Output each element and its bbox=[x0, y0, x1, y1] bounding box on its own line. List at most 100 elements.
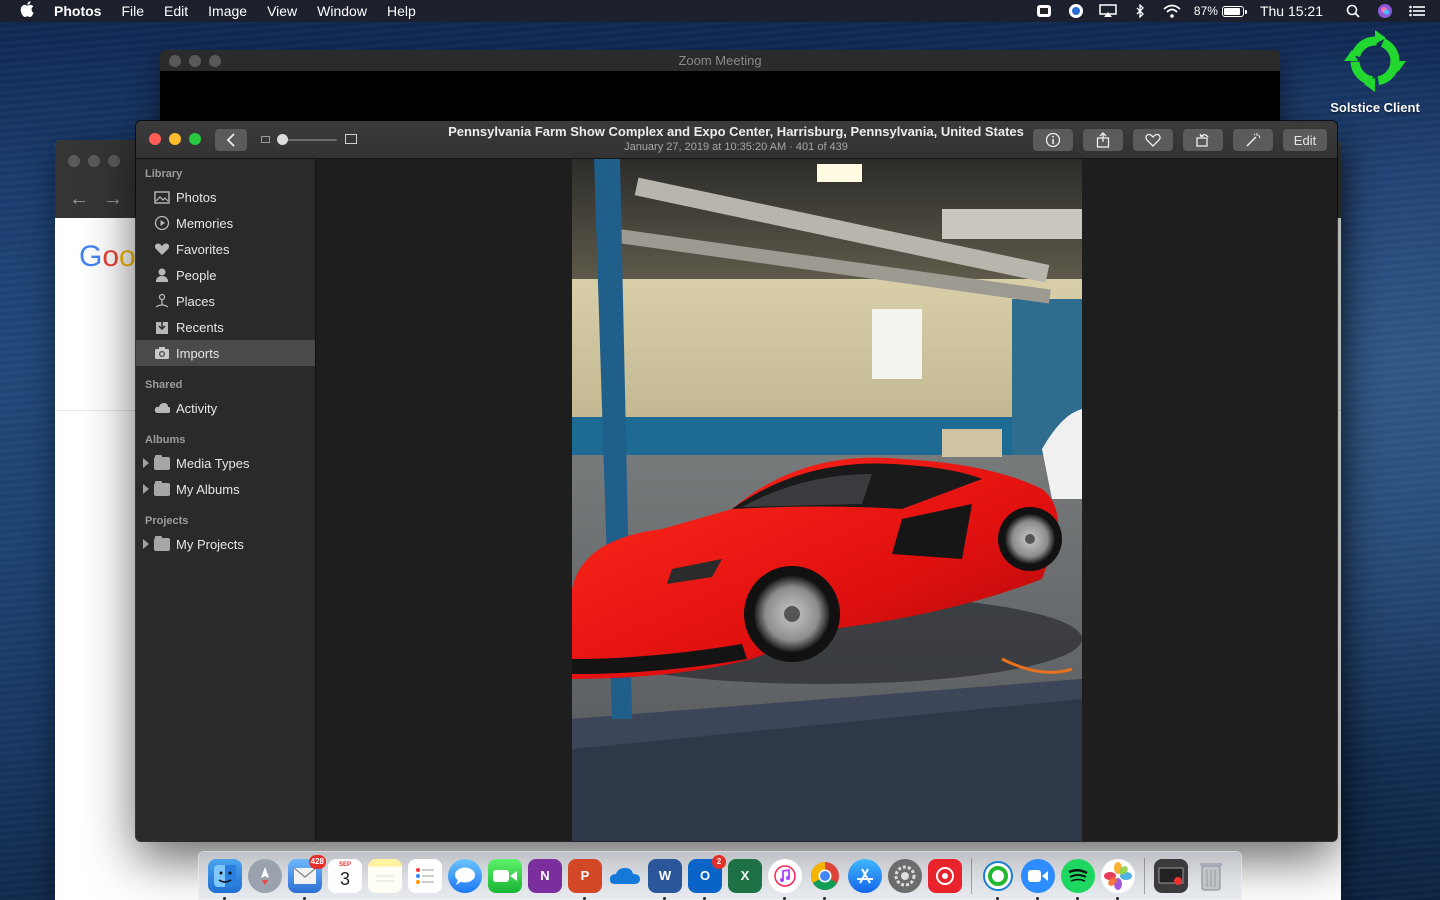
apple-menu-icon[interactable] bbox=[20, 1, 40, 21]
favorite-button[interactable] bbox=[1133, 129, 1173, 151]
auto-enhance-button[interactable] bbox=[1233, 129, 1273, 151]
zoom-slider[interactable] bbox=[261, 133, 359, 147]
info-button[interactable] bbox=[1033, 129, 1073, 151]
large-thumbnail-icon bbox=[345, 134, 357, 144]
library-section-title: Library bbox=[145, 168, 183, 180]
chrome-icon[interactable] bbox=[808, 859, 842, 900]
outlook-badge: 2 bbox=[712, 854, 726, 869]
zoom-meeting-window[interactable]: Zoom Meeting bbox=[160, 50, 1280, 130]
menu-file[interactable]: File bbox=[121, 3, 144, 19]
screen-sharing-icon[interactable] bbox=[1154, 858, 1188, 893]
wifi-icon[interactable] bbox=[1163, 4, 1181, 18]
excel-icon[interactable]: X bbox=[728, 858, 762, 893]
sidebar-item-activity[interactable]: Activity bbox=[136, 395, 315, 421]
system-preferences-icon[interactable] bbox=[888, 858, 922, 893]
battery-icon[interactable] bbox=[1221, 5, 1247, 17]
word-icon[interactable]: W bbox=[648, 858, 682, 900]
messages-icon[interactable] bbox=[448, 858, 482, 893]
share-button[interactable] bbox=[1083, 129, 1123, 151]
facetime-icon[interactable] bbox=[488, 858, 522, 893]
car-photo[interactable] bbox=[572, 159, 1082, 841]
small-thumbnail-icon bbox=[261, 136, 270, 143]
outlook-icon[interactable]: O 2 bbox=[688, 854, 726, 900]
calendar-icon[interactable]: SEP 3 bbox=[328, 858, 362, 893]
sidebar-item-imports[interactable]: Imports bbox=[136, 340, 315, 366]
photos-window[interactable]: Pennsylvania Farm Show Complex and Expo … bbox=[136, 121, 1337, 841]
sidebar-item-people[interactable]: People bbox=[136, 262, 315, 288]
sidebar-item-label: My Albums bbox=[176, 481, 240, 497]
disclosure-triangle-icon[interactable] bbox=[143, 458, 149, 468]
dock: 428 SEP 3 N P W O 2 X bbox=[198, 851, 1242, 900]
reminders-icon[interactable] bbox=[408, 858, 442, 893]
disclosure-triangle-icon[interactable] bbox=[143, 539, 149, 549]
bluetooth-icon[interactable] bbox=[1131, 4, 1149, 18]
dock-separator bbox=[1144, 857, 1145, 894]
mail-icon[interactable]: 428 bbox=[288, 854, 326, 900]
onenote-icon[interactable]: N bbox=[528, 858, 562, 893]
close-button[interactable] bbox=[149, 133, 161, 145]
airplay-icon[interactable] bbox=[1099, 4, 1117, 18]
sidebar-item-places[interactable]: Places bbox=[136, 288, 315, 314]
projects-section-title: Projects bbox=[145, 515, 189, 527]
launchpad-icon[interactable] bbox=[248, 858, 282, 893]
sidebar-item-my-albums[interactable]: My Albums bbox=[136, 476, 315, 502]
camera-icon bbox=[154, 345, 170, 361]
sync-icon[interactable] bbox=[1067, 4, 1085, 18]
edit-button[interactable]: Edit bbox=[1283, 129, 1327, 151]
sidebar-item-label: Favorites bbox=[176, 241, 230, 257]
menu-clock[interactable]: Thu 15:21 bbox=[1260, 3, 1323, 19]
zoom-icon[interactable] bbox=[1021, 858, 1055, 900]
zoom-slider-knob[interactable] bbox=[277, 134, 288, 145]
recents-icon bbox=[154, 319, 170, 335]
chrome-back-arrow-icon[interactable]: ← bbox=[69, 188, 89, 211]
photo-viewer[interactable] bbox=[317, 159, 1337, 841]
chrome-zoom-button[interactable] bbox=[108, 155, 120, 167]
photos-app-icon[interactable] bbox=[1101, 858, 1135, 900]
menu-window[interactable]: Window bbox=[317, 3, 367, 19]
powerpoint-icon[interactable]: P bbox=[568, 858, 602, 900]
menu-image[interactable]: Image bbox=[208, 3, 247, 19]
photo-booth-icon[interactable] bbox=[928, 858, 962, 893]
menu-app-name[interactable]: Photos bbox=[54, 3, 101, 19]
sidebar-item-memories[interactable]: Memories bbox=[136, 210, 315, 236]
zoom-close-button[interactable] bbox=[169, 55, 181, 67]
zoom-fullscreen-button[interactable] bbox=[209, 55, 221, 67]
sidebar-item-label: Media Types bbox=[176, 455, 250, 471]
notification-center-icon[interactable] bbox=[1408, 4, 1426, 18]
chrome-close-button[interactable] bbox=[68, 155, 80, 167]
spotlight-search-icon[interactable] bbox=[1344, 4, 1362, 18]
sidebar-item-my-projects[interactable]: My Projects bbox=[136, 531, 315, 557]
menu-help[interactable]: Help bbox=[387, 3, 416, 19]
fullscreen-button[interactable] bbox=[189, 133, 201, 145]
solstice-client-desktop-icon[interactable]: Solstice Client bbox=[1320, 28, 1430, 115]
back-button[interactable] bbox=[215, 129, 247, 151]
solstice-dock-icon[interactable] bbox=[981, 859, 1015, 900]
menu-edit[interactable]: Edit bbox=[164, 3, 188, 19]
disclosure-triangle-icon[interactable] bbox=[143, 484, 149, 494]
onedrive-icon[interactable] bbox=[608, 859, 642, 893]
notes-icon[interactable] bbox=[368, 858, 402, 893]
screen-record-icon[interactable] bbox=[1035, 4, 1053, 18]
trash-icon[interactable] bbox=[1194, 859, 1228, 893]
minimize-button[interactable] bbox=[169, 133, 181, 145]
sidebar-item-photos[interactable]: Photos bbox=[136, 184, 315, 210]
zoom-minimize-button[interactable] bbox=[189, 55, 201, 67]
rotate-button[interactable] bbox=[1183, 129, 1223, 151]
sidebar-item-label: Activity bbox=[176, 400, 218, 416]
sidebar-item-media-types[interactable]: Media Types bbox=[136, 450, 315, 476]
finder-icon[interactable] bbox=[208, 858, 242, 900]
chrome-forward-arrow-icon[interactable]: → bbox=[103, 188, 123, 211]
sidebar-item-favorites[interactable]: Favorites bbox=[136, 236, 315, 262]
menu-view[interactable]: View bbox=[267, 3, 297, 19]
spotify-icon[interactable] bbox=[1061, 858, 1095, 900]
zoom-titlebar: Zoom Meeting bbox=[160, 50, 1280, 71]
sidebar-item-recents[interactable]: Recents bbox=[136, 314, 315, 340]
itunes-icon[interactable] bbox=[768, 858, 802, 900]
chrome-minimize-button[interactable] bbox=[88, 155, 100, 167]
sidebar-item-label: Places bbox=[176, 293, 216, 309]
siri-icon[interactable] bbox=[1376, 4, 1394, 18]
photos-sidebar: Library Photos Memories Favorites People… bbox=[136, 159, 316, 841]
photo-location-title: Pennsylvania Farm Show Complex and Expo … bbox=[448, 124, 1024, 139]
photos-toolbar: Pennsylvania Farm Show Complex and Expo … bbox=[136, 121, 1337, 159]
app-store-icon[interactable] bbox=[848, 858, 882, 893]
